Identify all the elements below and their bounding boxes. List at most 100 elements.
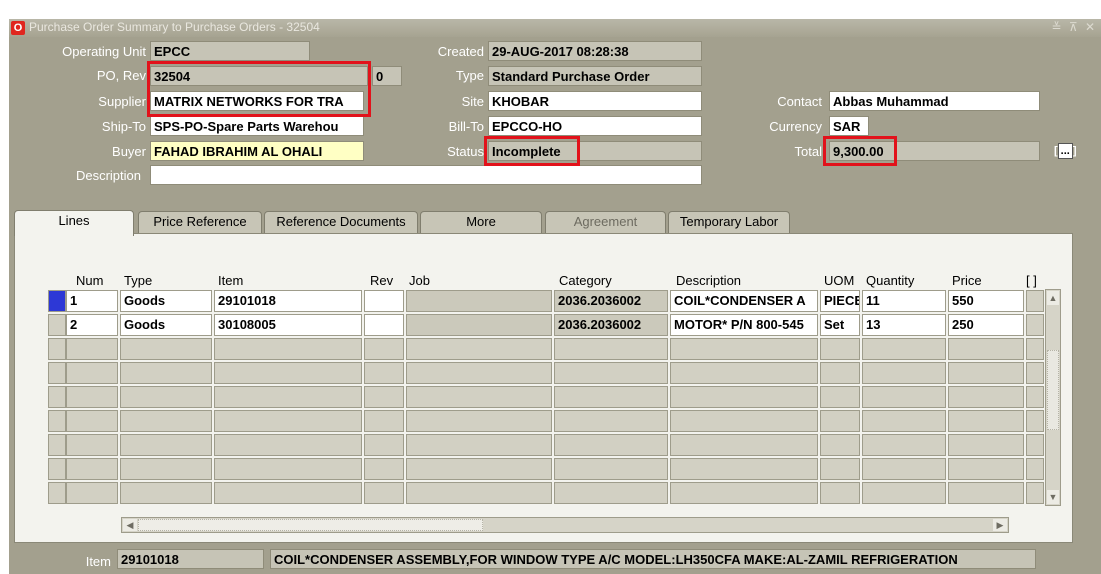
cell-description[interactable]: MOTOR* P/N 800-545 <box>670 314 818 336</box>
window-controls[interactable]: ≚ ⊼ ✕ <box>1051 20 1097 34</box>
empty-cell[interactable] <box>406 338 552 360</box>
empty-cell[interactable] <box>670 410 818 432</box>
tab-temporary-labor[interactable]: Temporary Labor <box>668 211 790 233</box>
scroll-up-icon[interactable]: ▲ <box>1047 291 1059 305</box>
cell-rev[interactable] <box>364 314 404 336</box>
buyer-field[interactable]: FAHAD IBRAHIM AL OHALI <box>150 141 364 161</box>
empty-cell[interactable] <box>554 338 668 360</box>
empty-cell[interactable] <box>406 434 552 456</box>
empty-table-row[interactable] <box>44 434 1024 458</box>
empty-cell[interactable] <box>820 482 860 504</box>
empty-cell[interactable] <box>948 458 1024 480</box>
empty-cell[interactable] <box>862 410 946 432</box>
total-field[interactable]: 9,300.00 <box>829 141 1040 161</box>
cell-uom[interactable]: Set <box>820 314 860 336</box>
empty-cell[interactable] <box>364 362 404 384</box>
supplier-field[interactable]: MATRIX NETWORKS FOR TRA <box>150 91 364 111</box>
empty-cell[interactable] <box>948 482 1024 504</box>
lines-vertical-scrollbar[interactable]: ▲ ▼ <box>1045 289 1061 506</box>
empty-cell[interactable] <box>670 386 818 408</box>
empty-cell[interactable] <box>214 434 362 456</box>
empty-cell[interactable] <box>364 338 404 360</box>
operating-unit-field[interactable]: EPCC <box>150 41 310 61</box>
tab-lines[interactable]: Lines <box>14 210 134 236</box>
empty-cell[interactable] <box>66 338 118 360</box>
cell-description[interactable]: COIL*CONDENSER A <box>670 290 818 312</box>
table-row[interactable]: 1 Goods 29101018 2036.2036002 COIL*CONDE… <box>44 290 1024 314</box>
folder-cell[interactable] <box>1026 410 1044 432</box>
cell-job[interactable] <box>406 290 552 312</box>
tab-more[interactable]: More <box>420 211 542 233</box>
empty-cell[interactable] <box>554 434 668 456</box>
folder-cell[interactable] <box>1026 314 1044 336</box>
empty-cell[interactable] <box>406 386 552 408</box>
empty-cell[interactable] <box>120 410 212 432</box>
cell-type[interactable]: Goods <box>120 314 212 336</box>
tab-reference-documents[interactable]: Reference Documents <box>264 211 418 233</box>
empty-cell[interactable] <box>406 482 552 504</box>
empty-cell[interactable] <box>364 410 404 432</box>
empty-cell[interactable] <box>406 458 552 480</box>
scroll-down-icon[interactable]: ▼ <box>1047 490 1059 504</box>
bill-to-field[interactable]: EPCCO-HO <box>488 116 702 136</box>
empty-cell[interactable] <box>820 410 860 432</box>
scroll-right-icon[interactable]: ▶ <box>993 519 1007 531</box>
empty-cell[interactable] <box>66 386 118 408</box>
cell-num[interactable]: 2 <box>66 314 118 336</box>
empty-cell[interactable] <box>120 338 212 360</box>
cell-category[interactable]: 2036.2036002 <box>554 290 668 312</box>
cell-item[interactable]: 29101018 <box>214 290 362 312</box>
currency-field[interactable]: SAR <box>829 116 869 136</box>
row-selector[interactable] <box>48 314 66 336</box>
empty-cell[interactable] <box>66 410 118 432</box>
empty-cell[interactable] <box>364 482 404 504</box>
empty-cell[interactable] <box>820 338 860 360</box>
cell-uom[interactable]: PIECE <box>820 290 860 312</box>
folder-cell[interactable] <box>1026 458 1044 480</box>
empty-cell[interactable] <box>554 482 668 504</box>
empty-cell[interactable] <box>406 410 552 432</box>
empty-cell[interactable] <box>948 386 1024 408</box>
empty-cell[interactable] <box>820 458 860 480</box>
cell-num[interactable]: 1 <box>66 290 118 312</box>
empty-cell[interactable] <box>948 434 1024 456</box>
empty-table-row[interactable] <box>44 386 1024 410</box>
empty-cell[interactable] <box>214 458 362 480</box>
empty-cell[interactable] <box>120 362 212 384</box>
cell-quantity[interactable]: 13 <box>862 314 946 336</box>
cell-rev[interactable] <box>364 290 404 312</box>
cell-item[interactable]: 30108005 <box>214 314 362 336</box>
empty-cell[interactable] <box>48 434 66 456</box>
empty-cell[interactable] <box>948 410 1024 432</box>
status-field[interactable]: Incomplete <box>488 141 702 161</box>
folder-cell[interactable] <box>1026 290 1044 312</box>
empty-cell[interactable] <box>48 386 66 408</box>
empty-table-row[interactable] <box>44 362 1024 386</box>
empty-cell[interactable] <box>214 410 362 432</box>
empty-cell[interactable] <box>820 386 860 408</box>
empty-cell[interactable] <box>862 458 946 480</box>
cell-quantity[interactable]: 11 <box>862 290 946 312</box>
empty-cell[interactable] <box>364 386 404 408</box>
footer-item-description-field[interactable]: COIL*CONDENSER ASSEMBLY,FOR WINDOW TYPE … <box>270 549 1036 569</box>
total-lov-button[interactable]: [...] <box>1054 142 1077 159</box>
empty-cell[interactable] <box>66 434 118 456</box>
empty-cell[interactable] <box>670 482 818 504</box>
empty-table-row[interactable] <box>44 410 1024 434</box>
ship-to-field[interactable]: SPS-PO-Spare Parts Warehou <box>150 116 364 136</box>
empty-cell[interactable] <box>554 386 668 408</box>
description-field[interactable] <box>150 165 702 185</box>
empty-cell[interactable] <box>214 338 362 360</box>
row-selector[interactable] <box>48 290 66 312</box>
empty-cell[interactable] <box>214 362 362 384</box>
empty-cell[interactable] <box>670 362 818 384</box>
folder-cell[interactable] <box>1026 338 1044 360</box>
folder-cell[interactable] <box>1026 434 1044 456</box>
empty-cell[interactable] <box>670 434 818 456</box>
empty-cell[interactable] <box>120 386 212 408</box>
footer-item-field[interactable]: 29101018 <box>117 549 264 569</box>
empty-cell[interactable] <box>948 362 1024 384</box>
folder-cell[interactable] <box>1026 362 1044 384</box>
scroll-thumb[interactable] <box>1047 350 1059 430</box>
contact-field[interactable]: Abbas Muhammad <box>829 91 1040 111</box>
